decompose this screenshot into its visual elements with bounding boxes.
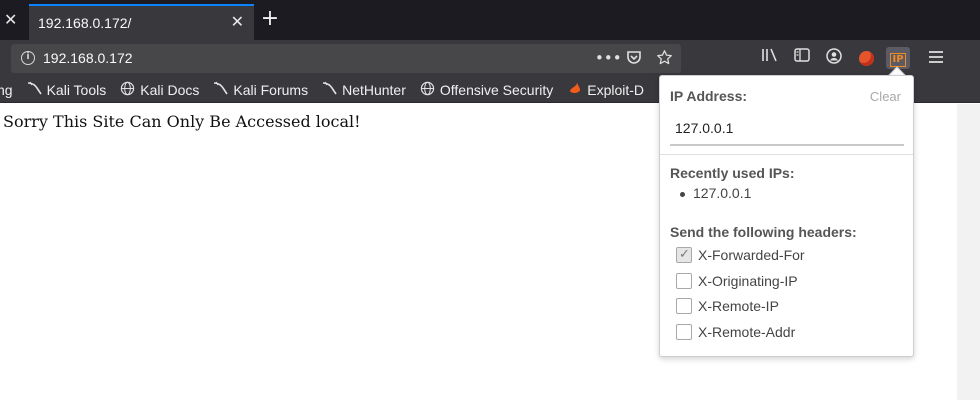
page-message: Sorry This Site Can Only Be Accessed loc… [3,112,361,131]
new-tab-button[interactable]: + [260,8,280,30]
tab-strip: ✕ 192.168.0.172/ ✕ + [0,0,980,40]
account-icon[interactable] [822,47,846,69]
bookmark-kali-tools[interactable]: Kali Tools [27,80,107,99]
popup-divider [660,154,913,155]
header-name: X-Remote-IP [698,298,779,314]
bookmark-star-icon[interactable] [655,49,673,70]
pocket-icon[interactable] [625,49,643,70]
hamburger-menu-icon[interactable] [928,49,944,69]
bookmark-kali-docs[interactable]: Kali Docs [120,80,199,99]
bookmark-label: Kali Docs [140,81,200,98]
bookmark-label: Offensive Security [439,81,554,98]
bookmark-item[interactable]: ng [0,80,13,99]
bookmark-kali-forums[interactable]: Kali Forums [213,80,308,99]
bookmark-exploit-db[interactable]: Exploit-D [567,80,644,99]
url-text[interactable]: 192.168.0.172 [43,50,133,66]
site-info-icon[interactable]: i [21,51,35,65]
toolbar-icons: IP [758,47,910,69]
bookmark-label: Kali Forums [233,81,309,98]
header-option-x-remote-addr[interactable]: X-Remote-Addr [676,324,795,340]
bullet-icon [680,191,685,197]
headers-label: Send the following headers: [670,224,857,240]
page-actions-icon[interactable]: ••• [595,49,622,70]
bookmark-label: Exploit-D [587,81,645,98]
kali-dragon-icon [322,80,337,99]
sidebar-icon[interactable] [790,47,814,69]
bookmark-label: ng [0,81,13,98]
fox-extension-icon[interactable] [854,47,878,69]
checkbox-checked[interactable] [676,246,692,263]
recent-ip-value: 127.0.0.1 [693,185,752,201]
url-bar[interactable]: i 192.168.0.172 ••• [11,44,681,73]
library-icon[interactable] [758,47,782,69]
header-name: X-Originating-IP [698,273,798,289]
bookmark-offensive-security[interactable]: Offensive Security [420,80,553,99]
checkbox[interactable] [676,298,692,314]
recent-ip-item[interactable]: 127.0.0.1 [680,185,751,201]
ip-address-input[interactable] [670,112,904,146]
globe-icon [420,81,435,99]
ip-extension-icon[interactable]: IP [886,47,910,69]
navigation-toolbar: i 192.168.0.172 ••• IP [0,40,980,76]
url-actions: ••• [595,49,673,70]
header-name: X-Remote-Addr [698,324,796,340]
bookmark-label: NetHunter [342,81,406,98]
header-option-x-originating-ip[interactable]: X-Originating-IP [676,273,798,289]
header-name: X-Forwarded-For [698,247,805,263]
recent-ips-label: Recently used IPs: [670,165,795,181]
exploit-db-icon [567,81,582,99]
checkbox[interactable] [676,273,692,289]
bookmark-nethunter[interactable]: NetHunter [322,80,406,99]
tab-close-icon[interactable]: ✕ [231,14,244,30]
header-option-x-forwarded-for[interactable]: X-Forwarded-For [676,246,805,263]
header-option-x-remote-ip[interactable]: X-Remote-IP [676,298,779,314]
previous-tab-close-icon[interactable]: ✕ [4,12,18,28]
ip-header-popup: IP Address: Clear Recently used IPs: 127… [659,75,914,357]
kali-dragon-icon [27,80,42,99]
kali-dragon-icon [213,80,229,99]
tab-title: 192.168.0.172/ [38,15,132,31]
tab-current[interactable]: 192.168.0.172/ ✕ [29,4,254,40]
checkbox[interactable] [676,324,692,340]
page-right-gutter [957,104,980,400]
ip-address-label: IP Address: [670,88,748,104]
clear-button[interactable]: Clear [870,89,901,104]
bookmark-label: Kali Tools [46,81,107,98]
globe-icon [120,81,135,99]
